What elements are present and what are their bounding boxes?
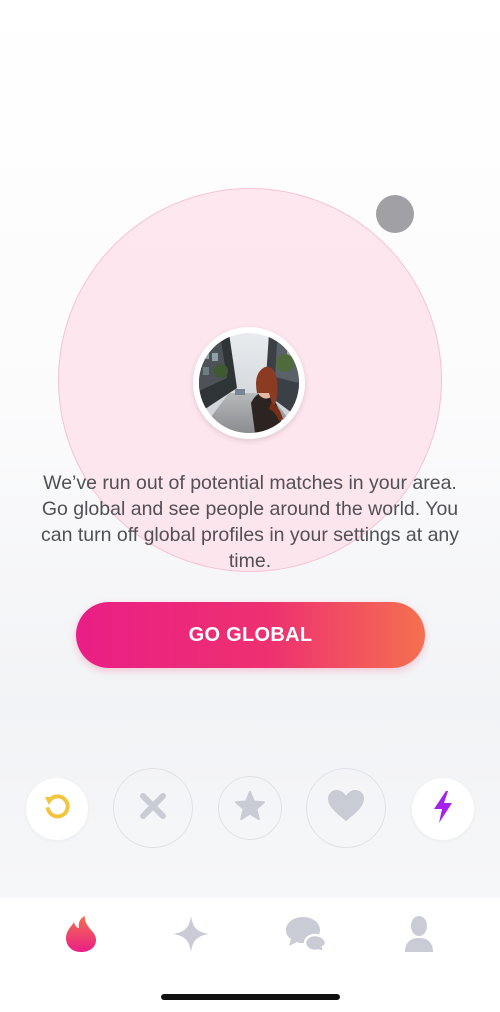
out-of-matches-message: We’ve run out of potential matches in yo… [40,472,460,572]
tab-profile[interactable] [389,914,449,958]
tab-discover[interactable] [51,914,111,958]
go-global-label: GO GLOBAL [188,623,313,646]
super-like-button[interactable] [218,776,282,840]
like-button[interactable] [306,768,386,848]
x-icon [136,789,170,828]
rewind-icon [41,791,73,828]
radar-pulse-dot [376,195,414,233]
user-avatar-ring [193,327,305,439]
lightning-icon [431,790,455,829]
chat-bubbles-icon [285,915,329,958]
star-icon [234,790,266,827]
person-icon [404,915,434,958]
tab-messages[interactable] [277,914,337,958]
avatar [199,333,299,433]
nope-button[interactable] [113,768,193,848]
rewind-button[interactable] [26,778,88,840]
boost-button[interactable] [412,778,474,840]
flame-icon [65,915,97,958]
tab-top-picks[interactable] [161,914,221,958]
sparkle-icon [172,915,210,958]
home-indicator [161,994,340,1000]
heart-icon [327,789,365,828]
go-global-button[interactable]: GO GLOBAL [76,602,425,668]
